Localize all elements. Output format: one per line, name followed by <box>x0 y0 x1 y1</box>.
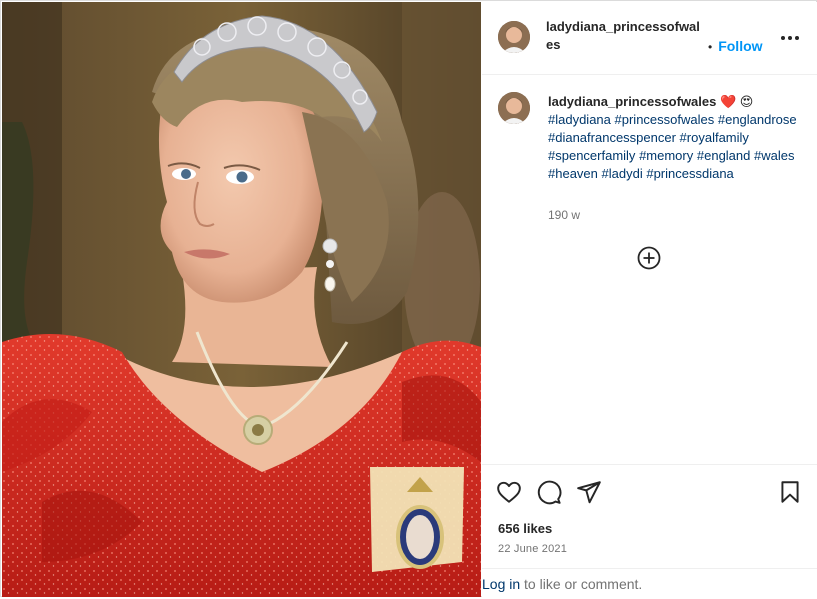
caption-emojis: ❤️ 😍 <box>719 94 754 109</box>
hashtag-link[interactable]: #ladydi <box>602 166 643 181</box>
hashtag-list: #ladydiana #princessofwales #englandrose… <box>548 112 797 181</box>
more-options-icon[interactable] <box>778 28 802 48</box>
hashtag-link[interactable]: #england <box>697 148 751 163</box>
hashtag-link[interactable]: #princessdiana <box>646 166 733 181</box>
login-link[interactable]: Log in <box>482 576 520 592</box>
separator-dot: • <box>708 40 713 54</box>
post-photo[interactable] <box>2 2 481 597</box>
heart-icon[interactable] <box>496 479 522 505</box>
hashtag-link[interactable]: #princessofwales <box>615 112 715 127</box>
post-header: ladydiana_princessofwal es • Follow <box>482 2 817 75</box>
follow-control: • Follow <box>708 38 763 55</box>
send-icon[interactable] <box>576 479 602 505</box>
avatar[interactable] <box>498 21 530 53</box>
caption-avatar[interactable] <box>498 92 530 124</box>
hashtag-link[interactable]: #wales <box>754 148 794 163</box>
hashtag-link[interactable]: #royalfamily <box>680 130 749 145</box>
header-username[interactable]: ladydiana_princessofwal es <box>546 18 706 54</box>
login-prompt: Log in to like or comment. <box>482 568 817 597</box>
portrait-image <box>2 2 481 597</box>
username-part-1: ladydiana_princessofwal <box>546 19 700 34</box>
avatar-image <box>498 92 530 124</box>
username-part-2: es <box>546 37 561 52</box>
follow-button[interactable]: Follow <box>718 38 762 54</box>
hashtag-link[interactable]: #ladydiana <box>548 112 611 127</box>
instagram-post-embed: ladydiana_princessofwal es • Follow lady… <box>0 0 817 597</box>
hashtag-link[interactable]: #dianafrancesspencer <box>548 130 676 145</box>
hashtag-link[interactable]: #heaven <box>548 166 598 181</box>
caption-section: ladydiana_princessofwales ❤️ 😍 #ladydian… <box>482 76 817 464</box>
login-prompt-text: to like or comment. <box>520 576 643 592</box>
post-date: 22 June 2021 <box>498 543 568 555</box>
caption-text: ladydiana_princessofwales ❤️ 😍 #ladydian… <box>548 93 798 183</box>
post-side-panel: ladydiana_princessofwal es • Follow lady… <box>482 2 817 597</box>
avatar-image <box>498 21 530 53</box>
like-count[interactable]: 656 likes <box>498 521 552 536</box>
hashtag-link[interactable]: #spencerfamily <box>548 148 635 163</box>
hashtag-link[interactable]: #englandrose <box>718 112 797 127</box>
comment-icon[interactable] <box>536 479 562 505</box>
plus-circle-icon[interactable] <box>637 246 661 270</box>
bookmark-icon[interactable] <box>777 479 803 505</box>
hashtag-link[interactable]: #memory <box>639 148 693 163</box>
caption-username[interactable]: ladydiana_princessofwales <box>548 94 716 109</box>
post-age: 190 w <box>548 208 581 222</box>
post-actions: 656 likes 22 June 2021 <box>482 464 817 568</box>
